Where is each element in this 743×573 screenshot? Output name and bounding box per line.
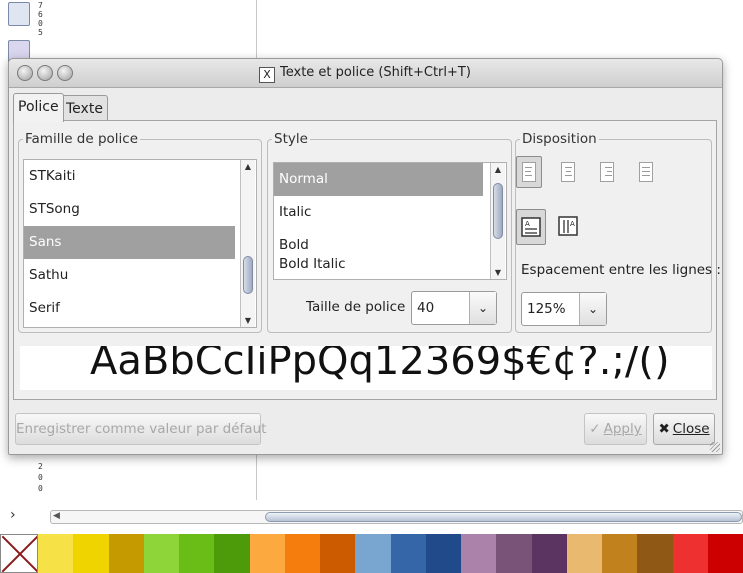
font-size-label: Taille de police : [306, 299, 415, 315]
font-size-value[interactable]: 40 [417, 292, 434, 324]
align-center-button[interactable] [555, 156, 581, 188]
horizontal-text-icon: A [521, 217, 541, 237]
scrollbar-thumb[interactable] [265, 512, 742, 522]
horizontal-scroll-row: › ◀ [0, 504, 743, 530]
line-spacing-combo[interactable]: 125% ⌄ [521, 292, 607, 326]
no-color-swatch[interactable] [0, 534, 38, 573]
scroll-up-arrow-icon[interactable]: ▲ [241, 162, 255, 171]
scroll-down-arrow-icon[interactable]: ▼ [241, 316, 255, 325]
line-spacing-label: Espacement entre les lignes : [521, 262, 721, 278]
ruler-label: 0 [38, 484, 43, 493]
color-swatch[interactable] [179, 534, 215, 573]
color-swatch[interactable] [531, 534, 567, 573]
ruler-label: 2 [38, 462, 43, 471]
svg-text:A: A [570, 220, 575, 228]
font-family-item[interactable]: Serif [24, 292, 235, 325]
ruler-label: 5 [38, 28, 43, 37]
color-swatch[interactable] [143, 534, 179, 573]
svg-text:A: A [525, 220, 530, 228]
font-family-item[interactable]: STSong [24, 193, 235, 226]
ruler-label: 0 [38, 473, 43, 482]
resize-grip-icon[interactable] [710, 442, 720, 452]
color-swatch[interactable] [355, 534, 391, 573]
color-swatch[interactable] [672, 534, 708, 573]
font-family-item-selected[interactable]: Sans [24, 226, 235, 259]
vertical-text-icon: A [558, 216, 578, 236]
style-item-selected[interactable]: Normal [274, 163, 483, 196]
align-justify-icon [639, 162, 653, 182]
checkmark-icon: ✓ [589, 421, 601, 437]
scroll-left-arrow-icon[interactable]: ◀ [53, 511, 60, 521]
color-swatch[interactable] [38, 534, 74, 573]
color-swatch[interactable] [637, 534, 673, 573]
font-family-item[interactable]: Sathu [24, 259, 235, 292]
chevron-right-icon[interactable]: › [10, 507, 16, 523]
preview-text: AaBbCcIiPpQq12369$€¢?.;/() [90, 346, 670, 384]
style-scrollbar[interactable]: ▲ ▼ [490, 163, 505, 279]
dialog-title-wrap: X Texte et police (Shift+Ctrl+T) [259, 65, 471, 83]
color-swatch[interactable] [602, 534, 638, 573]
color-swatch[interactable] [73, 534, 109, 573]
close-label: Close [672, 421, 710, 437]
close-button[interactable]: ✖ Close [653, 413, 715, 445]
tab-content: Famille de police STKaiti STSong Sans Sa… [13, 120, 721, 400]
ruler-label: 6 [38, 10, 43, 19]
vertical-text-button[interactable]: A [554, 209, 582, 243]
style-item-partial[interactable]: Bold Italic [274, 248, 483, 279]
scrollbar-thumb[interactable] [243, 256, 253, 294]
layout-legend: Disposition [522, 131, 597, 147]
color-swatch[interactable] [425, 534, 461, 573]
color-swatch[interactable] [707, 534, 743, 573]
color-palette [0, 534, 743, 573]
close-icon: ✖ [658, 421, 670, 437]
align-left-button[interactable] [516, 156, 542, 188]
style-item[interactable]: Italic [274, 196, 483, 229]
color-swatch[interactable] [214, 534, 250, 573]
align-right-button[interactable] [594, 156, 620, 188]
x-app-icon: X [259, 67, 275, 83]
text-font-dialog: X Texte et police (Shift+Ctrl+T) Police T… [8, 58, 723, 455]
font-family-list[interactable]: STKaiti STSong Sans Sathu Serif ▲ ▼ [23, 159, 257, 328]
scroll-down-arrow-icon[interactable]: ▼ [491, 268, 505, 277]
close-window-button[interactable] [17, 65, 33, 81]
tab-police[interactable]: Police [13, 93, 64, 122]
font-family-legend: Famille de police [25, 131, 139, 147]
set-as-default-button[interactable]: Enregistrer comme valeur par défaut [15, 413, 266, 445]
style-legend: Style [274, 131, 308, 147]
font-preview: AaBbCcIiPpQq12369$€¢?.;/() [20, 346, 712, 390]
style-list[interactable]: Normal Italic Bold Bold Italic ▲ ▼ [273, 162, 507, 280]
chevron-down-icon[interactable]: ⌄ [579, 293, 606, 325]
color-swatch[interactable] [108, 534, 144, 573]
font-family-scrollbar[interactable]: ▲ ▼ [240, 160, 255, 327]
align-center-icon [561, 162, 575, 182]
dialog-titlebar[interactable]: X Texte et police (Shift+Ctrl+T) [9, 59, 722, 88]
horizontal-text-button[interactable]: A [516, 209, 546, 245]
color-swatch[interactable] [320, 534, 356, 573]
color-swatch[interactable] [566, 534, 602, 573]
color-swatch[interactable] [390, 534, 426, 573]
selector-tool-icon[interactable] [8, 2, 30, 26]
color-swatch[interactable] [284, 534, 320, 573]
font-family-item[interactable]: STKaiti [24, 160, 235, 193]
horizontal-scrollbar[interactable]: ◀ [50, 510, 743, 524]
font-size-combo[interactable]: 40 ⌄ [411, 291, 497, 325]
scroll-up-arrow-icon[interactable]: ▲ [491, 165, 505, 174]
color-swatch[interactable] [249, 534, 285, 573]
ruler-label: 0 [38, 19, 43, 28]
align-justify-button[interactable] [633, 156, 659, 188]
align-right-icon [600, 162, 614, 182]
color-swatch[interactable] [496, 534, 532, 573]
tab-texte[interactable]: Texte [61, 95, 108, 122]
color-swatch[interactable] [461, 534, 497, 573]
chevron-down-icon[interactable]: ⌄ [469, 292, 496, 324]
apply-button[interactable]: ✓ Apply [584, 413, 647, 445]
minimize-window-button[interactable] [37, 65, 53, 81]
maximize-window-button[interactable] [57, 65, 73, 81]
align-left-icon [522, 162, 536, 182]
scrollbar-thumb[interactable] [493, 183, 503, 239]
ruler-label: 7 [38, 1, 43, 10]
line-spacing-value[interactable]: 125% [527, 293, 566, 325]
apply-label: Apply [603, 421, 642, 437]
dialog-title: Texte et police (Shift+Ctrl+T) [280, 65, 471, 80]
